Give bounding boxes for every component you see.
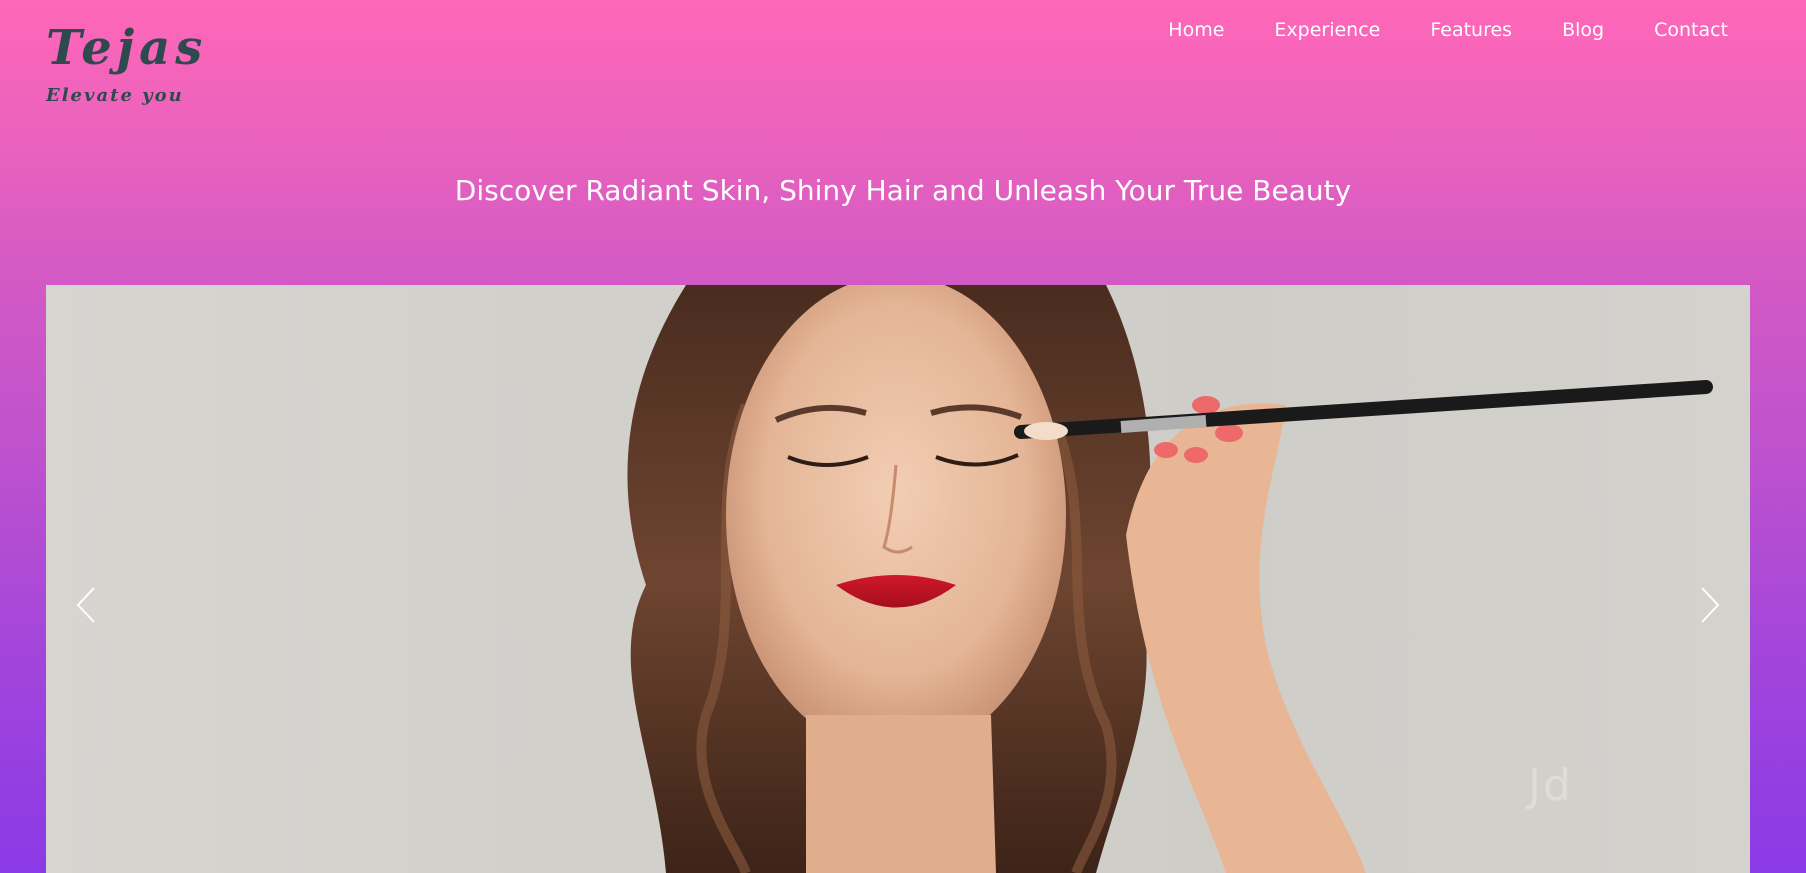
brand-logo[interactable]: Tejas Elevate you [46,14,207,106]
nav-link-features[interactable]: Features [1430,16,1512,44]
nav-link-contact[interactable]: Contact [1654,16,1728,44]
carousel-prev-button[interactable] [66,575,106,635]
brand-name: Tejas [46,20,208,76]
carousel-slide-image [627,285,1713,873]
main-nav: Home Experience Features Blog Contact [1168,16,1728,44]
nav-link-blog[interactable]: Blog [1562,16,1604,44]
nav-link-home[interactable]: Home [1168,16,1224,44]
nav-link-experience[interactable]: Experience [1274,16,1380,44]
watermark-logo: Jd [1528,760,1573,811]
carousel-next-button[interactable] [1690,575,1730,635]
chevron-right-icon [1701,587,1720,623]
brand-tagline: Elevate you [46,85,184,106]
chevron-left-icon [76,587,95,623]
hero-carousel: Jd [46,285,1750,873]
hero-heading: Discover Radiant Skin, Shiny Hair and Un… [454,174,1352,207]
